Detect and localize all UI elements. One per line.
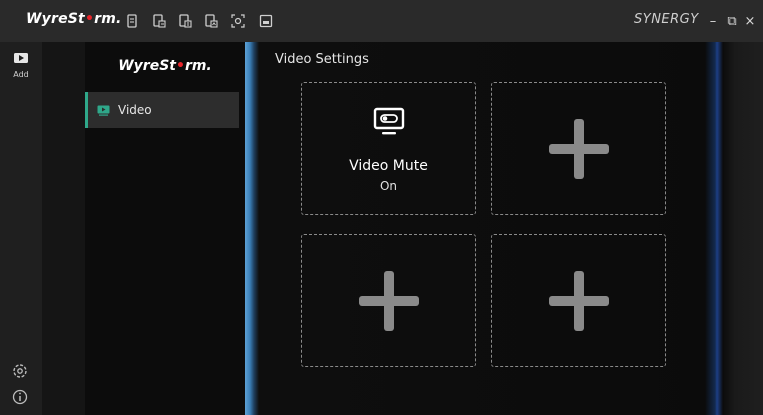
app-logo-suffix: rm. bbox=[94, 11, 122, 27]
panel-logo-text: WyreSt bbox=[118, 58, 176, 74]
add-tile-button[interactable] bbox=[491, 82, 666, 215]
tile-state: On bbox=[379, 179, 398, 193]
nav-item-label: Video bbox=[118, 103, 152, 117]
add-tile-button[interactable] bbox=[491, 234, 666, 367]
left-spacer bbox=[42, 42, 85, 415]
add-device-label: Add bbox=[13, 70, 29, 79]
export-icon[interactable] bbox=[152, 14, 166, 28]
main-content: Video Settings Video Mute On bbox=[245, 42, 763, 415]
navigation-panel: WyreSt•rm. Video bbox=[85, 42, 245, 415]
add-device-icon bbox=[14, 53, 28, 63]
document-icon[interactable] bbox=[125, 14, 139, 28]
product-logo: SYNERGY bbox=[634, 12, 699, 27]
app-logo-text: WyreSt bbox=[26, 11, 85, 27]
gear-icon[interactable] bbox=[11, 362, 29, 380]
app-logo-dot: • bbox=[84, 11, 95, 27]
plus-icon bbox=[548, 118, 609, 179]
tile-name: Video Mute bbox=[349, 158, 428, 174]
plus-icon bbox=[548, 270, 609, 331]
title-bar: WyreSt•rm. SYNERGY – ⧉ × bbox=[0, 0, 763, 42]
video-mute-tile[interactable]: Video Mute On bbox=[301, 82, 476, 215]
panel-logo-suffix: rm. bbox=[184, 58, 212, 74]
nav-item-video[interactable]: Video bbox=[85, 92, 239, 128]
add-tile-button[interactable] bbox=[301, 234, 476, 367]
left-rail: Add bbox=[0, 42, 42, 415]
info-icon[interactable] bbox=[11, 388, 29, 406]
import-icon[interactable] bbox=[178, 14, 192, 28]
upload-icon[interactable] bbox=[204, 14, 218, 28]
plus-icon bbox=[358, 270, 419, 331]
add-device-button[interactable]: Add bbox=[0, 48, 42, 84]
page-title: Video Settings bbox=[275, 52, 369, 67]
video-icon bbox=[97, 105, 110, 116]
monitor-toggle-icon bbox=[373, 107, 405, 135]
close-button[interactable]: × bbox=[741, 12, 759, 30]
screen-icon[interactable] bbox=[259, 14, 273, 28]
minimize-button[interactable]: – bbox=[704, 12, 722, 30]
app-logo: WyreSt•rm. bbox=[26, 11, 122, 27]
panel-logo-dot: • bbox=[175, 58, 185, 74]
camera-capture-icon[interactable] bbox=[231, 14, 245, 28]
panel-logo: WyreSt•rm. bbox=[85, 58, 245, 74]
restore-button[interactable]: ⧉ bbox=[723, 12, 741, 30]
